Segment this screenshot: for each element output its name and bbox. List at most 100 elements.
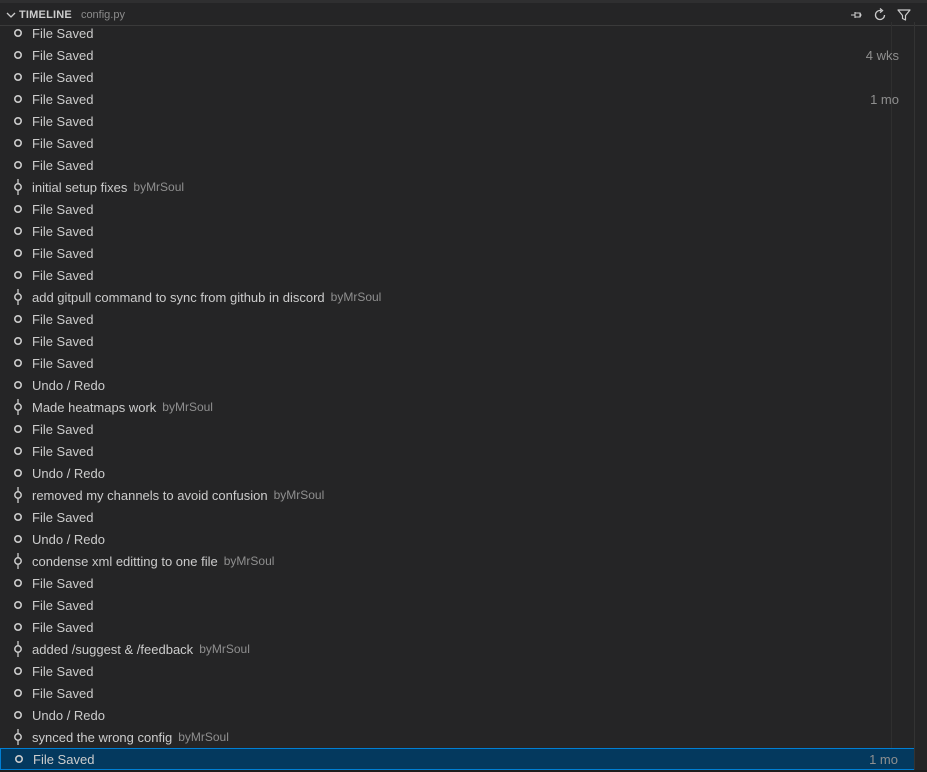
circle-icon bbox=[12, 220, 24, 242]
circle-icon bbox=[12, 704, 24, 726]
timeline-item-label: File Saved bbox=[32, 25, 94, 41]
timeline-item[interactable]: File Saved bbox=[0, 660, 915, 682]
timeline-item[interactable]: File Saved bbox=[0, 440, 915, 462]
timeline-list: File Saved File Saved 4 wks File Saved File … bbox=[0, 22, 915, 772]
circle-icon bbox=[12, 462, 24, 484]
timeline-item-label: File Saved bbox=[32, 509, 94, 525]
panel-top-border bbox=[0, 0, 927, 3]
section-file-name: config.py bbox=[80, 8, 125, 21]
timeline-item[interactable]: File Saved bbox=[0, 22, 915, 44]
timeline-item[interactable]: File Saved bbox=[0, 308, 915, 330]
timeline-item[interactable]: File Saved 1 mo bbox=[0, 88, 915, 110]
circle-icon bbox=[13, 748, 25, 770]
timeline-item[interactable]: removed my channels to avoid confusion by… bbox=[0, 484, 915, 506]
timeline-item-label: File Saved bbox=[32, 201, 94, 217]
timeline-item-label: removed my channels to avoid confusion bbox=[32, 487, 268, 503]
timeline-item[interactable]: File Saved bbox=[0, 352, 915, 374]
timeline-item[interactable]: File Saved bbox=[0, 110, 915, 132]
timeline-item-label: File Saved bbox=[32, 135, 94, 151]
timeline-item[interactable]: File Saved bbox=[0, 616, 915, 638]
timeline-item-author: byMrSoul bbox=[330, 290, 382, 304]
timeline-panel: TIMELINE config.py File Saved File Saved… bbox=[0, 0, 927, 772]
timeline-item-label: synced the wrong config bbox=[32, 729, 173, 745]
timeline-item-label: File Saved bbox=[32, 333, 94, 349]
timeline-item-label: File Saved bbox=[32, 597, 94, 613]
timeline-item[interactable]: File Saved bbox=[0, 572, 915, 594]
timeline-item-label: File Saved bbox=[32, 157, 94, 173]
circle-icon bbox=[12, 506, 24, 528]
timeline-item-label: initial setup fixes bbox=[32, 179, 128, 195]
timeline-item[interactable]: Undo / Redo bbox=[0, 704, 915, 726]
timeline-item-label: File Saved bbox=[32, 311, 94, 327]
timeline-item[interactable]: File Saved bbox=[0, 506, 915, 528]
timeline-item-label: Undo / Redo bbox=[32, 531, 105, 547]
timeline-item[interactable]: File Saved bbox=[0, 330, 915, 352]
timeline-item-label: File Saved bbox=[32, 113, 94, 129]
timeline-item-author: byMrSoul bbox=[178, 730, 229, 744]
circle-icon bbox=[12, 616, 24, 638]
timeline-item-author: byMrSoul bbox=[223, 554, 275, 568]
timeline-item-label: File Saved bbox=[32, 355, 94, 371]
timeline-item[interactable]: File Saved 4 wks bbox=[0, 44, 915, 66]
timeline-item-author: byMrSoul bbox=[133, 180, 185, 194]
timeline-item[interactable]: add gitpull command to sync from github … bbox=[0, 286, 915, 308]
timeline-item[interactable]: Made heatmaps work byMrSoul bbox=[0, 396, 915, 418]
timeline-item-label: File Saved bbox=[32, 47, 94, 63]
timeline-item[interactable]: File Saved bbox=[0, 154, 915, 176]
timeline-item-label: Made heatmaps work bbox=[32, 399, 157, 415]
timeline-item[interactable]: Undo / Redo bbox=[0, 528, 915, 550]
timeline-item[interactable]: File Saved bbox=[0, 66, 915, 88]
timeline-item[interactable]: initial setup fixes byMrSoul bbox=[0, 176, 915, 198]
timeline-item-label: File Saved bbox=[32, 69, 94, 85]
circle-icon bbox=[12, 330, 24, 352]
timeline-item[interactable]: File Saved bbox=[0, 220, 915, 242]
circle-icon bbox=[12, 44, 24, 66]
circle-icon bbox=[12, 572, 24, 594]
timeline-item[interactable]: added /suggest & /feedback byMrSoul bbox=[0, 638, 915, 660]
git-commit-icon bbox=[12, 176, 24, 198]
timeline-item-label: Undo / Redo bbox=[32, 377, 105, 393]
timeline-item[interactable]: File Saved bbox=[0, 242, 915, 264]
timeline-item-label: File Saved bbox=[32, 685, 94, 701]
circle-icon bbox=[12, 242, 24, 264]
timeline-item-label: File Saved bbox=[32, 223, 94, 239]
timeline-item[interactable]: File Saved bbox=[0, 264, 915, 286]
scrollbar[interactable] bbox=[914, 22, 927, 772]
circle-icon bbox=[12, 528, 24, 550]
timeline-item[interactable]: condense xml editting to one file byMrSou… bbox=[0, 550, 915, 572]
git-commit-icon bbox=[12, 484, 24, 506]
timeline-item-label: File Saved bbox=[32, 245, 94, 261]
circle-icon bbox=[12, 660, 24, 682]
timeline-item-label: File Saved bbox=[32, 267, 94, 283]
timeline-item-label: File Saved bbox=[32, 663, 94, 679]
timeline-item-label: File Saved bbox=[33, 751, 95, 767]
timeline-item[interactable]: File Saved bbox=[0, 682, 915, 704]
timeline-item[interactable]: synced the wrong config byMrSoul bbox=[0, 726, 915, 748]
timeline-item-label: File Saved bbox=[32, 91, 94, 107]
circle-icon bbox=[12, 66, 24, 88]
timeline-item-label: added /suggest & /feedback bbox=[32, 641, 194, 657]
circle-icon bbox=[12, 308, 24, 330]
timeline-item[interactable]: File Saved bbox=[0, 198, 915, 220]
git-commit-icon bbox=[12, 286, 24, 308]
timeline-item-label: add gitpull command to sync from github … bbox=[32, 289, 325, 305]
timeline-item-label: condense xml editting to one file bbox=[32, 553, 218, 569]
timeline-item-label: Undo / Redo bbox=[32, 707, 105, 723]
circle-icon bbox=[12, 264, 24, 286]
timeline-item[interactable]: File Saved bbox=[0, 418, 915, 440]
timeline-item-time: 1 mo bbox=[870, 91, 899, 107]
timeline-item[interactable]: File Saved bbox=[0, 594, 915, 616]
timeline-item[interactable]: File Saved bbox=[0, 132, 915, 154]
circle-icon bbox=[12, 22, 24, 44]
timeline-item-label: File Saved bbox=[32, 421, 94, 437]
chevron-down-icon[interactable] bbox=[3, 7, 19, 23]
timeline-item[interactable]: Undo / Redo bbox=[0, 374, 915, 396]
timeline-item-label: File Saved bbox=[32, 619, 94, 635]
git-commit-icon bbox=[12, 550, 24, 572]
timeline-item[interactable]: Undo / Redo bbox=[0, 462, 915, 484]
timeline-item-time: 1 mo bbox=[869, 751, 898, 767]
timeline-item[interactable]: File Saved 1 mo bbox=[0, 748, 915, 770]
timeline-item-label: File Saved bbox=[32, 575, 94, 591]
circle-icon bbox=[12, 352, 24, 374]
circle-icon bbox=[12, 418, 24, 440]
